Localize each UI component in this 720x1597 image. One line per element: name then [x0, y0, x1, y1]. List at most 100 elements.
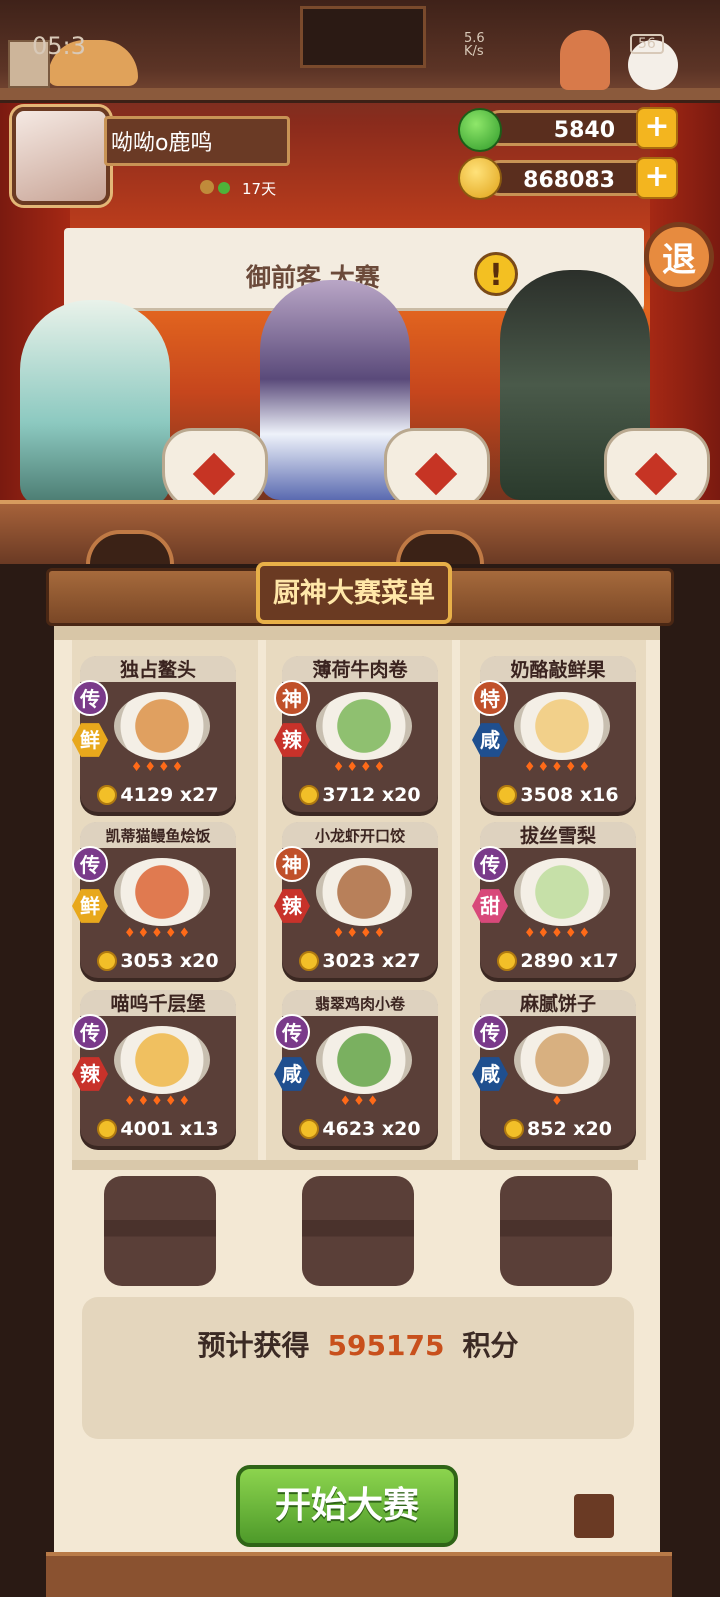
flame-icon: ♦: [123, 926, 138, 941]
dish-card[interactable]: 薄荷牛肉卷神辣 ♦♦♦♦ 3712 x20: [274, 656, 438, 812]
dish-image-icon: [114, 692, 210, 760]
flame-icon: ♦: [537, 760, 552, 775]
dish-card[interactable]: 喵呜千层堡传辣 ♦♦♦♦♦ 4001 x13: [72, 990, 236, 1146]
flame-icon: ♦: [137, 1094, 152, 1109]
flame-icon: ♦: [332, 926, 347, 941]
dish-card[interactable]: 麻腻饼子传咸 ♦ 852 x20: [472, 990, 636, 1146]
login-days: 17天: [242, 180, 277, 198]
dish-name: 小龙虾开口饺: [282, 822, 438, 848]
coin-icon: [299, 1119, 320, 1139]
dish-name: 麻腻饼子: [480, 990, 636, 1016]
bottom-counter: [46, 1552, 672, 1597]
dish-price: 4001 x13: [80, 1118, 236, 1140]
start-contest-button[interactable]: 开始大赛: [236, 1465, 458, 1547]
coin-icon: [497, 951, 518, 971]
heat-level: ♦♦♦♦♦: [80, 926, 236, 941]
rarity-badge: 神: [274, 680, 310, 716]
flame-icon: ♦: [144, 760, 158, 775]
dish-price-value: 3023: [322, 950, 376, 972]
heat-level: ♦♦♦♦♦: [80, 1094, 236, 1109]
flame-icon: ♦: [523, 760, 538, 775]
exit-button[interactable]: 退: [644, 222, 714, 292]
flame-icon: ♦: [164, 1094, 179, 1109]
coin-icon: [299, 951, 320, 971]
dish-name: 薄荷牛肉卷: [282, 656, 438, 682]
dish-name: 喵呜千层堡: [80, 990, 236, 1016]
status-time: 05:3: [32, 32, 86, 60]
dish-price: 852 x20: [480, 1118, 636, 1140]
flame-icon: ♦: [551, 926, 565, 941]
dish-card[interactable]: 独占鳌头传鲜 ♦♦♦♦ 4129 x27: [72, 656, 236, 812]
flame-icon: ♦: [178, 1094, 193, 1109]
dish-card[interactable]: 小龙虾开口饺神辣 ♦♦♦♦ 3023 x27: [274, 822, 438, 978]
flame-icon: ♦: [373, 926, 388, 941]
player-name: 呦呦o鹿鸣: [104, 116, 290, 166]
flame-icon: ♦: [339, 1094, 354, 1109]
flame-icon: ♦: [346, 760, 360, 775]
jade-counter: 5840: [482, 110, 658, 146]
score-value: 595175: [327, 1329, 445, 1362]
status-battery: 56: [630, 34, 664, 54]
add-jade-button[interactable]: +: [636, 107, 678, 149]
dish-image-icon: [514, 1026, 610, 1094]
contest-info-button[interactable]: !: [474, 252, 518, 296]
flame-icon: ♦: [151, 1094, 165, 1109]
flame-icon: ♦: [360, 760, 374, 775]
dish-image-icon: [114, 858, 210, 926]
dish-quantity: x16: [579, 784, 619, 806]
flame-icon: ♦: [578, 926, 593, 941]
rarity-badge: 传: [72, 1014, 108, 1050]
chef-character-left[interactable]: [20, 300, 170, 505]
coin-icon: [504, 1119, 524, 1139]
score-unit: 积分: [462, 1329, 519, 1362]
rarity-badge: 传: [472, 846, 508, 882]
flame-icon: ♦: [178, 926, 193, 941]
heat-level: ♦♦♦♦: [282, 926, 438, 941]
flame-icon: ♦: [537, 926, 552, 941]
menu-paper-shadow: [54, 626, 660, 640]
flame-icon: ♦: [171, 760, 186, 775]
dish-quantity: x20: [573, 1118, 612, 1140]
rarity-badge: 特: [472, 680, 508, 716]
flame-icon: ♦: [130, 760, 145, 775]
dish-price-value: 3712: [322, 784, 376, 806]
dish-card[interactable]: 凯蒂猫鳗鱼烩饭传鲜 ♦♦♦♦♦ 3053 x20: [72, 822, 236, 978]
dish-price: 3053 x20: [80, 950, 236, 972]
empty-dish-slot[interactable]: [104, 1176, 216, 1286]
dish-price: 3023 x27: [282, 950, 438, 972]
dish-name: 凯蒂猫鳗鱼烩饭: [80, 822, 236, 848]
empty-dish-slot[interactable]: [500, 1176, 612, 1286]
flame-icon: ♦: [551, 1094, 565, 1109]
dish-price: 2890 x17: [480, 950, 636, 972]
flame-icon: ♦: [137, 926, 152, 941]
flame-icon: ♦: [151, 926, 165, 941]
dish-image-icon: [316, 692, 412, 760]
empty-dish-slot[interactable]: [302, 1176, 414, 1286]
coin-icon: [497, 785, 518, 805]
flame-icon: ♦: [360, 926, 374, 941]
dish-quantity: x20: [381, 1118, 421, 1140]
flame-icon: ♦: [158, 760, 172, 775]
score-panel: [82, 1297, 634, 1439]
heat-level: ♦♦♦♦: [282, 760, 438, 775]
dish-card[interactable]: 翡翠鸡肉小卷传咸 ♦♦♦ 4623 x20: [274, 990, 438, 1146]
heat-level: ♦♦♦♦♦: [480, 926, 636, 941]
dish-card[interactable]: 奶酪敲鲜果特咸 ♦♦♦♦♦ 3508 x16: [472, 656, 636, 812]
dish-quantity: x13: [179, 1118, 219, 1140]
add-coin-button[interactable]: +: [636, 157, 678, 199]
player-avatar[interactable]: [12, 107, 110, 205]
flame-icon: ♦: [366, 1094, 381, 1109]
dish-card[interactable]: 拔丝雪梨传甜 ♦♦♦♦♦ 2890 x17: [472, 822, 636, 978]
flame-icon: ♦: [164, 926, 179, 941]
dish-image-icon: [316, 1026, 412, 1094]
menu-title: 厨神大赛菜单: [256, 562, 452, 624]
coin-icon: [97, 785, 118, 805]
flame-icon: ♦: [373, 760, 388, 775]
coin-icon: [97, 1119, 118, 1139]
flame-icon: ♦: [551, 760, 565, 775]
dish-name: 奶酪敲鲜果: [480, 656, 636, 682]
dish-name: 翡翠鸡肉小卷: [282, 990, 438, 1016]
jade-icon: [458, 108, 502, 152]
dish-quantity: x17: [579, 950, 619, 972]
dish-price-value: 3053: [120, 950, 174, 972]
